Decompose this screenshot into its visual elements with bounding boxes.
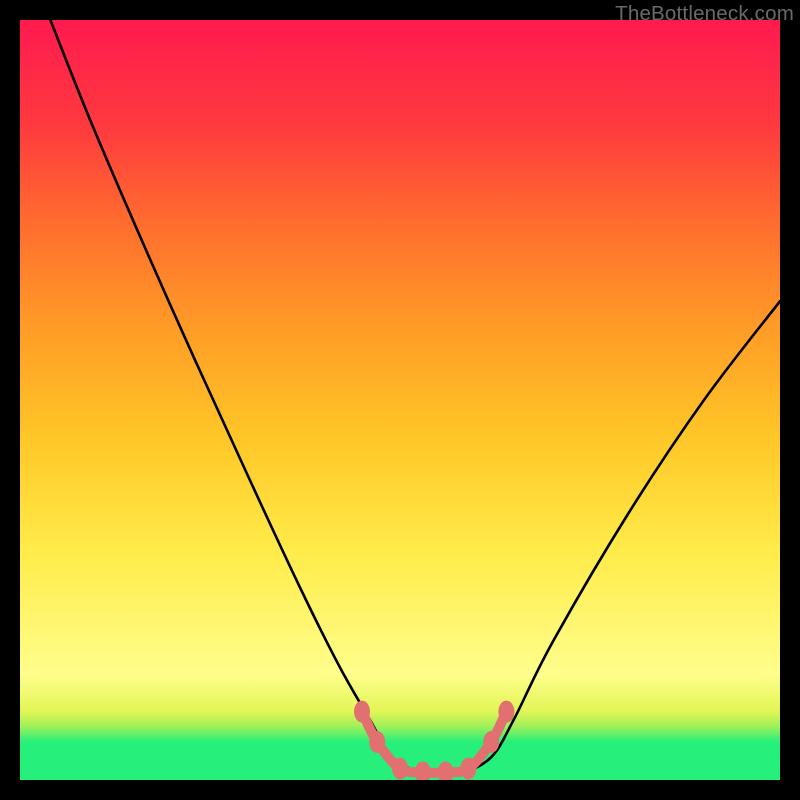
- trough-marker-dot: [460, 758, 476, 780]
- trough-marker-dot: [369, 731, 385, 753]
- trough-marker-dot: [415, 761, 431, 780]
- watermark-label: TheBottleneck.com: [615, 2, 794, 26]
- trough-marker-dot: [392, 758, 408, 780]
- trough-marker-dot: [498, 701, 514, 723]
- trough-marker-dot: [438, 761, 454, 780]
- trough-marker-dot: [483, 731, 499, 753]
- curve-line: [50, 20, 780, 774]
- chart-plot-area: [20, 20, 780, 780]
- bottleneck-curve-chart: [20, 20, 780, 780]
- trough-marker-dot: [354, 701, 370, 723]
